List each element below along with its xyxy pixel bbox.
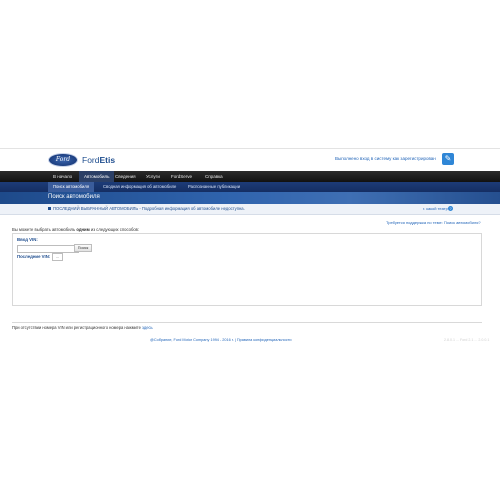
nav-item-info[interactable]: Сведения [110,171,141,182]
support-link[interactable]: Требуется поддержка по теме: Поиск автом… [386,220,481,225]
instruction-suffix: из следующих способов: [89,227,140,232]
tab-vehicle-search[interactable]: Поиск автомобиля [48,182,95,192]
brand-suffix: Etis [99,155,116,165]
nav-item-help[interactable]: Справка [200,171,228,182]
help-link[interactable]: г. какой театр? [423,206,450,211]
bullet-icon [48,207,51,210]
search-instruction: Вы можете выбрать автомобиль одним из сл… [12,227,139,232]
search-button[interactable]: Поиск [74,244,92,252]
vin-input[interactable] [17,245,79,253]
last-vin-label: Последние VIN: [17,254,51,259]
copyright[interactable]: @Собрание, Ford Motor Company 1994 - 201… [150,338,292,342]
last-vin-dropdown[interactable]: ... [52,253,63,261]
login-status[interactable]: Выполнено вход в систему как зарегистрир… [335,156,436,161]
brand-name: FordEtis [82,155,115,165]
page-title: Поиск автомобиля [48,194,100,200]
nav-item-home[interactable]: В начало [48,171,77,182]
version-info: 2.8.0.1 ... Ford 2.1 ... 2.0.0.1 [444,338,490,342]
divider [12,322,482,323]
tab-vehicle-summary[interactable]: Сводная информация об автомобиле [98,182,181,192]
last-vehicle-info: ПОСЛЕДНИЙ ВЫБРАННЫЙ АВТОМОБИЛЬ - Подробн… [53,206,245,211]
footer-note-text: При отсутствии номера VIN или регистраци… [12,325,143,330]
instruction-bold: одним [76,227,90,232]
footer-here-link[interactable]: здесь [142,325,153,330]
instruction-prefix: Вы можете выбрать автомобиль [12,227,77,232]
vin-label: Ввод VIN: [17,237,38,242]
question-icon[interactable]: ? [448,206,453,211]
brand-prefix: Ford [82,155,100,165]
logo-text: Ford [55,156,71,163]
nav-item-fordserve[interactable]: FordServe [166,171,197,182]
ford-logo[interactable]: Ford [48,153,78,167]
footer-note: При отсутствии номера VIN или регистраци… [12,325,153,330]
tab-publications[interactable]: Распознанные публикации [183,182,245,192]
pencil-icon[interactable]: ✎ [442,153,454,165]
nav-item-services[interactable]: Услуги [141,171,165,182]
